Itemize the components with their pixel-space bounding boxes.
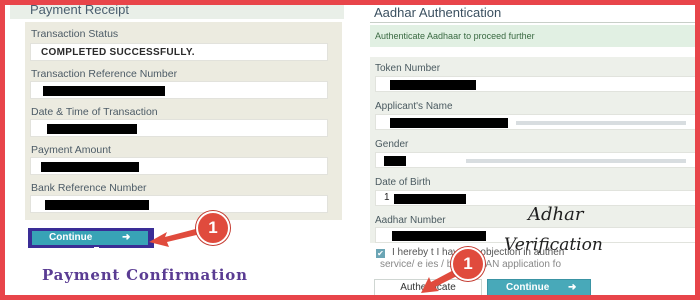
arrow-right-icon: ➜ [122,232,131,243]
payment-confirmation-caption: Payment Confirmation [42,266,248,284]
aadhar-authentication-panel: Aadhar Authentication Authenticate Aadha… [362,5,695,295]
applicant-name-input[interactable] [375,114,695,130]
redacted-block [390,118,508,128]
continue-button-aadhar[interactable]: Continue ➜ [487,279,591,295]
redacted-block [390,80,476,90]
receipt-header: Payment Receipt [10,5,344,19]
field-value-date-time [30,119,328,137]
field-value-payment-amount [30,157,328,175]
info-banner-text: Authenticate Aadhaar to proceed further [375,31,535,41]
token-number-input[interactable] [375,76,695,92]
field-label-date-of-birth: Date of Birth [375,177,431,188]
screenshot-frame: Payment Receipt Transaction Status COMPL… [0,0,700,300]
continue-button-highlight: Continue ➜ [28,228,154,250]
step-badge-right: 1 [451,247,485,281]
field-label-applicant-name: Applicant's Name [375,101,453,112]
cursor-mark [94,247,99,250]
redacted-block [47,124,137,134]
field-label-transaction-reference: Transaction Reference Number [31,68,178,80]
redacted-block [41,162,139,172]
field-label-gender: Gender [375,139,409,150]
payment-receipt-panel: Payment Receipt Transaction Status COMPL… [10,5,344,295]
redacted-block [392,231,486,241]
field-label-token-number: Token Number [375,63,441,74]
field-label-transaction-status: Transaction Status [31,28,119,40]
redacted-block [394,194,466,204]
receipt-fields: Transaction Status COMPLETED SUCCESSFULL… [25,22,342,220]
field-value-transaction-reference [30,81,328,99]
redacted-block [45,200,149,210]
gender-input[interactable] [375,152,695,168]
redacted-block [384,156,406,166]
field-label-date-time: Date & Time of Transaction [31,106,158,118]
aadhar-title: Aadhar Authentication [374,5,502,20]
step-badge-left: 1 [196,211,230,245]
receipt-title: Payment Receipt [30,2,129,17]
field-label-bank-reference: Bank Reference Number [31,182,147,194]
arrow-right-icon: ➜ [568,282,577,293]
blurred-text [516,121,686,125]
field-value-bank-reference [30,195,328,213]
field-value-transaction-status: COMPLETED SUCCESSFULLY. [30,43,328,61]
field-label-payment-amount: Payment Amount [31,144,111,156]
redacted-block [43,86,165,96]
transaction-status-text: COMPLETED SUCCESSFULLY. [41,47,195,58]
annotation-adhar: Adhar [528,204,584,225]
dob-visible-digit: 1 [384,192,390,203]
consent-checkbox[interactable]: ✔ [376,249,385,258]
info-banner: Authenticate Aadhaar to proceed further [370,25,695,47]
field-label-aadhar-number: Aadhar Number [375,215,446,226]
aadhar-header: Aadhar Authentication [362,5,695,21]
continue-label: Continue [506,282,550,293]
blurred-text [466,159,686,163]
continue-label: Continue [49,232,93,243]
continue-button[interactable]: Continue ➜ [32,231,148,250]
header-divider [370,22,695,23]
